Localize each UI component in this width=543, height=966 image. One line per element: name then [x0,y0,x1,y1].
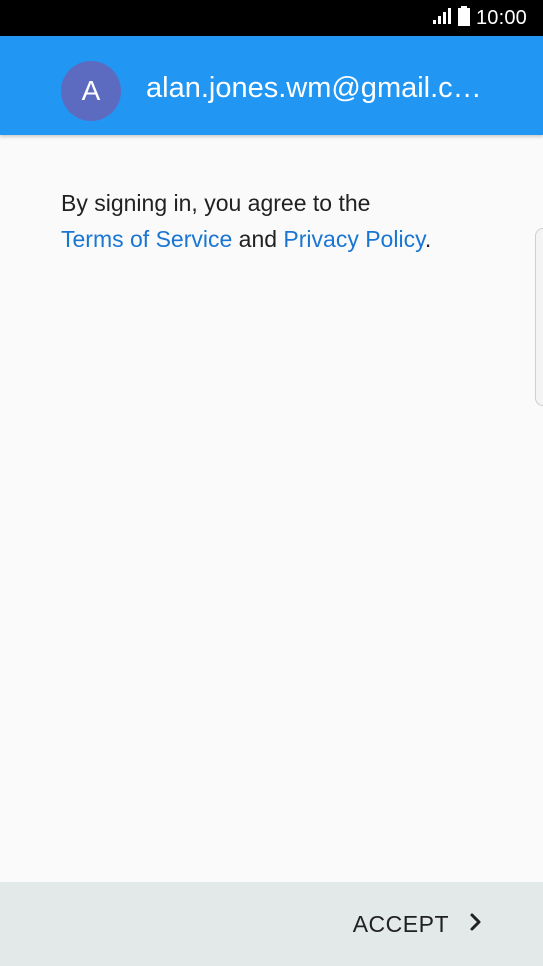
account-header: A alan.jones.wm@gmail.c… [0,36,543,135]
terms-of-service-link[interactable]: Terms of Service [61,226,232,252]
accept-button[interactable]: ACCEPT [353,882,483,966]
avatar-letter: A [81,75,101,106]
privacy-policy-link[interactable]: Privacy Policy [283,226,424,252]
status-icons: 10:00 [432,0,527,36]
account-email: alan.jones.wm@gmail.c… [146,72,482,104]
chevron-right-icon [469,912,483,937]
agreement-conjunction: and [232,226,284,252]
battery-icon [457,5,470,31]
avatar: A [61,61,121,121]
status-time: 10:00 [475,6,527,29]
agreement-text: By signing in, you agree to the Terms of… [61,185,501,257]
accept-label: ACCEPT [352,910,449,937]
footer-bar: ACCEPT [0,882,543,966]
agreement-end: . [424,226,432,252]
signal-icon [432,7,452,30]
edge-panel-handle[interactable] [535,228,543,406]
status-bar: 10:00 [0,0,543,36]
agreement-intro: By signing in, you agree to the [61,190,371,216]
